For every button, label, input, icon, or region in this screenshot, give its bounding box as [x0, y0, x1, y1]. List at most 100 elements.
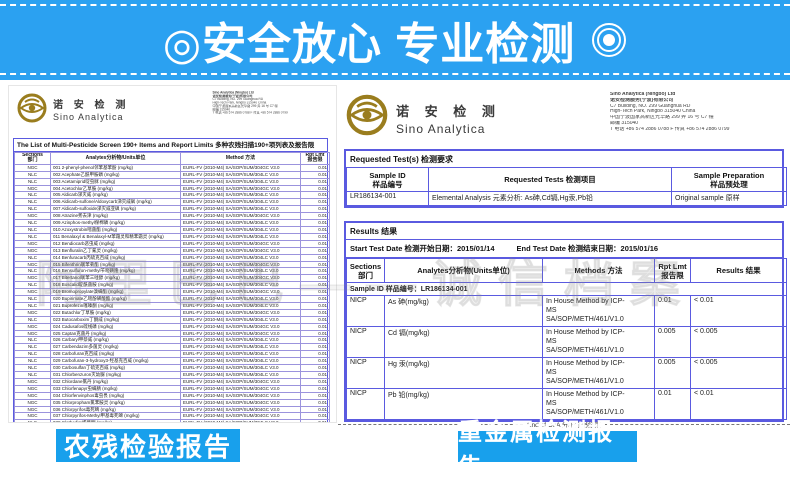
section-cell: NICP: [347, 358, 385, 389]
sample-id-cell: LR186134-001: [347, 192, 429, 206]
method-cell: EURL-FV (2010-M4) SA/SOP/SUM/304GC V3.0: [181, 240, 301, 247]
column-header: Requested Tests 检测项目: [429, 168, 672, 192]
table-row: NGC 004 Acetochlor乙草胺 (mg/kg) EURL-FV (2…: [15, 185, 330, 192]
analyte-cell: 026 Carbaryl甲萘威 (mg/kg): [51, 337, 181, 344]
limit-cell: 0.01: [301, 254, 330, 261]
section-cell: NLC: [15, 316, 51, 323]
limit-cell: 0.01: [301, 261, 330, 268]
analyte-cell: Cd 镉(mg/kg): [385, 327, 543, 358]
method-cell: EURL-FV (2010-M4) SA/SOP/SUM/304LC V3.0: [181, 316, 301, 323]
section-cell: NLC: [15, 420, 51, 423]
limit-cell: 0.01: [301, 275, 330, 282]
section-cell: NLC: [15, 178, 51, 185]
heavy-metal-report-button[interactable]: 重金属检测报告: [458, 431, 637, 462]
limit-cell: 0.01: [301, 309, 330, 316]
method-cell: In House Method by ICP- MS SA/SOP/METH/4…: [543, 327, 655, 358]
method-cell: EURL-FV (2010-M4) SA/SOP/SUM/304LC V3.0: [181, 268, 301, 275]
limit-cell: 0.01: [301, 365, 330, 372]
method-cell: EURL-FV (2010-M4) SA/SOP/SUM/304LC V3.0: [181, 226, 301, 233]
sample-id-row: Sample ID 样品编号：LR186134-001: [347, 283, 787, 296]
analyte-cell: 025 Captan克菌丹 (mg/kg): [51, 330, 181, 337]
limit-cell: 0.01: [301, 199, 330, 206]
limit-cell: 0.01: [301, 399, 330, 406]
analyte-cell: 018 Boscalid啶酰菌胺 (mg/kg): [51, 282, 181, 289]
result-cell: < 0.005: [691, 327, 787, 358]
limit-cell: 0.01: [301, 192, 330, 199]
section-cell: NLC: [15, 358, 51, 365]
pesticide-report-document: 诺 安 检 测 Sino Analytica Sino Analytica (N…: [8, 85, 337, 423]
limit-cell: 0.01: [301, 247, 330, 254]
method-cell: EURL-FV (2010-M4) SA/SOP/SUM/304LC V3.0: [181, 192, 301, 199]
table-row: NGC 036 Chlorpyrifos毒死蜱 (mg/kg) EURL-FV …: [15, 406, 330, 413]
method-cell: EURL-FV (2010-M4) SA/SOP/SUM/304GC V3.0: [181, 185, 301, 192]
table-row: NLC 030 Carbosulfan丁硫克百威 (mg/kg) EURL-FV…: [15, 365, 330, 372]
heavy-metal-report-document: 诺 安 检 测 Sino Analytica Sino Analytica (N…: [338, 85, 790, 430]
start-test-date: Start Test Date 检测开始日期：2015/01/14: [350, 243, 495, 254]
result-cell: < 0.01: [691, 389, 787, 420]
limit-cell: 0.01: [301, 330, 330, 337]
sample-id-label: Sample ID 样品编号：LR186134-001: [347, 283, 787, 296]
section-cell: NICP: [347, 389, 385, 420]
method-cell: EURL-FV (2010-M4) SA/SOP/SUM/304GC V3.0: [181, 378, 301, 385]
pesticide-report-button[interactable]: 农残检验报告: [56, 429, 240, 462]
method-cell: EURL-FV (2010-M4) SA/SOP/SUM/304LC V3.0: [181, 351, 301, 358]
requested-header-row: Sample ID 样品编号Requested Tests 检测项目Sample…: [347, 168, 787, 192]
section-cell: NGC: [15, 275, 51, 282]
method-cell: EURL-FV (2010-M4) SA/SOP/SUM/304LC V3.0: [181, 254, 301, 261]
banner-dashed-line-bottom: [0, 73, 790, 75]
requested-tests-table: Sample ID 样品编号Requested Tests 检测项目Sample…: [346, 167, 787, 206]
table-row: NLC 010 Azoxystrobin嘧菌酯 (mg/kg) EURL-FV …: [15, 226, 330, 233]
company-address-block: Sino Analytica (Ningbo) Ltd诺安检测服务(宁波)有限公…: [213, 91, 335, 115]
method-cell: EURL-FV (2010-M4) SA/SOP/SUM/304GC V3.0: [181, 289, 301, 296]
table-row: NGC 008 Atrazine莠去津 (mg/kg) EURL-FV (201…: [15, 213, 330, 220]
table-row: NGC 033 Chlorfenapyr虫螨腈 (mg/kg) EURL-FV …: [15, 385, 330, 392]
method-cell: EURL-FV (2010-M4) SA/SOP/SUM/304GC V3.0: [181, 261, 301, 268]
analyte-cell: 017 Bitertanol联苯三唑醇 (mg/kg): [51, 275, 181, 282]
limit-cell: 0.01: [301, 323, 330, 330]
method-cell: EURL-FV (2010-M4) SA/SOP/SUM/304LC V3.0: [181, 220, 301, 227]
section-cell: NLC: [15, 296, 51, 303]
column-header: Analytes分析物/Units单位: [51, 153, 181, 165]
analyte-cell: 034 Chlorfenvinphos毒虫畏 (mg/kg): [51, 392, 181, 399]
banner-dashed-line-top: [0, 4, 790, 6]
limit-cell: 0.01: [301, 268, 330, 275]
section-cell: NGC: [15, 378, 51, 385]
analyte-cell: 027 Carbendazim多菌灵 (mg/kg): [51, 344, 181, 351]
analyte-cell: 016 Bensulfuron-methyl苄嘧磺隆 (mg/kg): [51, 268, 181, 275]
table-row: NGC 015 Bifenthrin联苯菊酯 (mg/kg) EURL-FV (…: [15, 261, 330, 268]
method-cell: EURL-FV (2010-M4) SA/SOP/SUM/304LC V3.0: [181, 365, 301, 372]
analyte-cell: 019 Bromopropylate溴螨酯 (mg/kg): [51, 289, 181, 296]
method-cell: EURL-FV (2010-M4) SA/SOP/SUM/304GC V3.0: [181, 164, 301, 171]
table-row: NGC 034 Chlorfenvinphos毒虫畏 (mg/kg) EURL-…: [15, 392, 330, 399]
method-cell: EURL-FV (2010-M4) SA/SOP/SUM/304GC V3.0: [181, 213, 301, 220]
limit-cell: 0.01: [301, 282, 330, 289]
limit-cell: 0.01: [301, 344, 330, 351]
method-cell: EURL-FV (2010-M4) SA/SOP/SUM/304LC V3.0: [181, 372, 301, 379]
analyte-cell: 009 Azinphos-methyl保棉磷 (mg/kg): [51, 220, 181, 227]
section-cell: NGC: [15, 330, 51, 337]
table-row: NLC 018 Boscalid啶酰菌胺 (mg/kg) EURL-FV (20…: [15, 282, 330, 289]
analyte-cell: 030 Carbosulfan丁硫克百威 (mg/kg): [51, 365, 181, 372]
pesticide-table-header-row: Sections 部门Analytes分析物/Units单位Method 方法R…: [15, 153, 330, 165]
table-row: NLC 002 Acephate乙酰甲胺磷 (mg/kg) EURL-FV (2…: [15, 171, 330, 178]
results-table: Sections 部门Analytes分析物(Units单位)Methods 方…: [346, 258, 787, 420]
table-row: NLC 020 Bupirimate乙嘧酚磺酸酯 (mg/kg) EURL-FV…: [15, 296, 330, 303]
section-cell: NLC: [15, 302, 51, 309]
table-row: NGC 017 Bitertanol联苯三唑醇 (mg/kg) EURL-FV …: [15, 275, 330, 282]
analyte-cell: 015 Bifenthrin联苯菊酯 (mg/kg): [51, 261, 181, 268]
section-cell: NLC: [15, 199, 51, 206]
limit-cell: 0.01: [301, 316, 330, 323]
section-cell: NLC: [15, 226, 51, 233]
end-test-date: End Test Date 检测结束日期：2015/01/16: [517, 243, 659, 254]
method-cell: EURL-FV (2010-M4) SA/SOP/SUM/304GC V3.0: [181, 323, 301, 330]
method-cell: EURL-FV (2010-M4) SA/SOP/SUM/304GC V3.0: [181, 247, 301, 254]
table-row: NGC 035 Chlorpropham氯苯胺灵 (mg/kg) EURL-FV…: [15, 399, 330, 406]
section-cell: NLC: [15, 282, 51, 289]
limit-cell: 0.01: [301, 420, 330, 423]
analyte-cell: 022 Butachlor丁草胺 (mg/kg): [51, 309, 181, 316]
analyte-cell: 032 Chlordane氯丹 (mg/kg): [51, 378, 181, 385]
limit-cell: 0.01: [301, 233, 330, 240]
table-row: NLC 027 Carbendazim多菌灵 (mg/kg) EURL-FV (…: [15, 344, 330, 351]
analyte-cell: Hg 汞(mg/kg): [385, 358, 543, 389]
requested-tests-cell: Elemental Analysis 元素分析: As砷,Cd镉,Hg汞,Pb铅: [429, 192, 672, 206]
